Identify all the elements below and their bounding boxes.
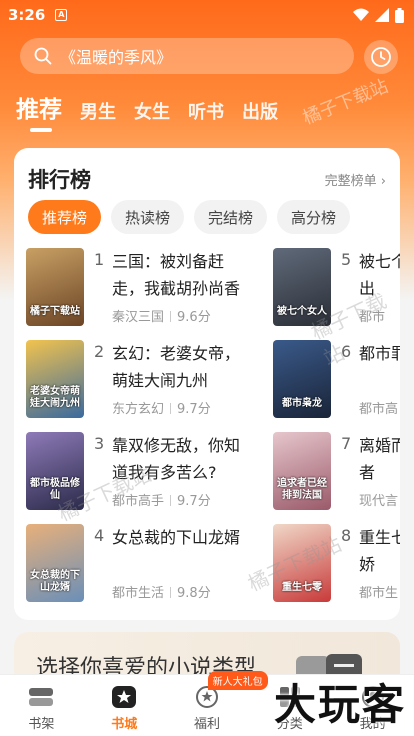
signal-icon [375,8,389,22]
corner-watermark: 大玩客 [273,680,406,729]
meta-divider [170,403,172,414]
meta-divider [170,311,172,322]
book-score: 9.8分 [177,586,211,601]
book-meta: 都市生 [359,582,398,601]
book-rank: 3 [94,434,105,453]
meta-divider [170,495,172,506]
book-score: 9.7分 [177,402,211,417]
book-meta: 都市高 [359,398,398,417]
book-cover: 橘子下载站 [26,248,84,326]
book-meta: 都市高手 9.7分 [112,490,211,509]
chip-recommend[interactable]: 推荐榜 [28,200,102,234]
book-cover: 都市枭龙 [273,340,331,418]
book-item[interactable]: 都市枭龙 6 都市罪都市高 [273,340,400,424]
chip-hot[interactable]: 热读榜 [111,200,185,234]
book-item[interactable]: 追求者已经排到法国 7 离婚而追求者现代言 [273,432,400,516]
history-button[interactable] [364,40,398,74]
book-genre: 都市生活 [112,586,165,601]
search-input[interactable]: 《温暖的季风》 [20,38,354,74]
book-genre: 都市高 [359,402,399,417]
tab-recommend[interactable]: 推荐 [16,90,62,132]
book-genre: 秦汉三国 [112,310,165,325]
book-rank: 4 [94,526,105,545]
battery-icon [395,7,404,23]
clock-icon [371,47,391,67]
search-placeholder: 《温暖的季风》 [60,48,173,67]
book-genre: 现代言 [359,494,399,509]
book-cover: 被七个女人 [273,248,331,326]
book-score: 9.7分 [177,494,211,509]
book-cover: 追求者已经排到法国 [273,432,331,510]
nav-bookshelf-label: 书架 [28,717,55,732]
book-meta: 都市生活 9.8分 [112,582,211,601]
nav-bookshelf[interactable]: 书架 [0,675,83,736]
top-tabs: 推荐 男生 女生 听书 出版 [16,90,278,132]
chip-top-rated[interactable]: 高分榜 [277,200,351,234]
book-score: 9.6分 [177,310,211,325]
nav-store[interactable]: 书城 [83,675,166,736]
store-icon [110,685,138,709]
book-cover: 老婆女帝萌娃大闹九州 [26,340,84,418]
book-rank: 2 [94,342,105,361]
book-rank: 1 [94,250,105,269]
meta-divider [170,587,172,598]
ranking-card: 排行榜 完整榜单 › 推荐榜 热读榜 完结榜 高分榜 橘子下载站 1 三国：被刘备赶… [14,148,400,620]
book-genre: 东方玄幻 [112,402,165,417]
book-rank: 5 [341,250,352,269]
book-rank: 7 [341,434,352,453]
cover-title: 都市极品修仙 [30,478,80,501]
notification-icon: A [55,9,68,21]
book-rank: 8 [341,526,352,545]
full-ranking-link[interactable]: 完整榜单 › [325,170,386,189]
book-title: 靠双修无敌，你知道我有多苦么? [112,436,241,482]
book-title: 女总裁的下山龙婿 [112,528,241,547]
chip-finished[interactable]: 完结榜 [194,200,268,234]
cover-title: 被七个女人 [277,306,327,317]
ranking-chips: 推荐榜 热读榜 完结榜 高分榜 [28,200,351,234]
cover-title: 重生七零 [282,582,322,593]
status-icons [353,7,404,23]
ranking-title: 排行榜 [28,168,91,192]
nav-welfare[interactable]: 新人大礼包 福利 [166,671,268,736]
full-ranking-label: 完整榜单 [324,174,377,189]
tab-male[interactable]: 男生 [80,98,116,124]
book-item[interactable]: 重生七零 8 重生七猎养娇都市生 [273,524,400,608]
book-item[interactable]: 被七个女人 5 被七个害，出都市 [273,248,400,332]
status-bar: 3:26 A [0,0,414,30]
book-cover: 女总裁的下山龙婿 [26,524,84,602]
status-time: 3:26 [8,6,46,24]
search-icon [34,47,52,65]
book-title: 离婚而追求者 [359,436,400,482]
book-genre: 都市 [359,310,386,325]
cover-title: 老婆女帝萌娃大闹九州 [30,386,80,409]
nav-store-label: 书城 [111,717,138,732]
book-title: 被七个害，出 [359,252,400,298]
wifi-icon [353,8,369,21]
book-meta: 都市 [359,306,385,325]
cover-title: 都市枭龙 [282,398,322,409]
nav-welfare-label: 福利 [193,717,220,732]
book-title: 玄幻：老婆女帝，萌娃大闹九州 [112,344,241,390]
book-meta: 现代言 [359,490,398,509]
tab-publish[interactable]: 出版 [242,98,278,124]
book-rank: 6 [341,342,352,361]
book-genre: 都市生 [359,586,399,601]
book-title: 三国：被刘备赶走，我截胡孙尚香 [112,252,241,298]
bookshelf-icon [27,685,55,709]
book-cover: 重生七零 [273,524,331,602]
book-title: 都市罪 [359,344,400,363]
book-cover: 都市极品修仙 [26,432,84,510]
book-genre: 都市高手 [112,494,165,509]
cover-title: 橘子下载站 [30,306,80,317]
tab-audiobook[interactable]: 听书 [188,98,224,124]
cover-title: 追求者已经排到法国 [277,478,327,501]
book-meta: 秦汉三国 9.6分 [112,306,211,325]
tab-female[interactable]: 女生 [134,98,170,124]
chevron-right-icon: › [380,174,386,189]
book-meta: 东方玄幻 9.7分 [112,398,211,417]
cover-title: 女总裁的下山龙婿 [30,570,80,593]
book-title: 重生七猎养娇 [359,528,400,574]
